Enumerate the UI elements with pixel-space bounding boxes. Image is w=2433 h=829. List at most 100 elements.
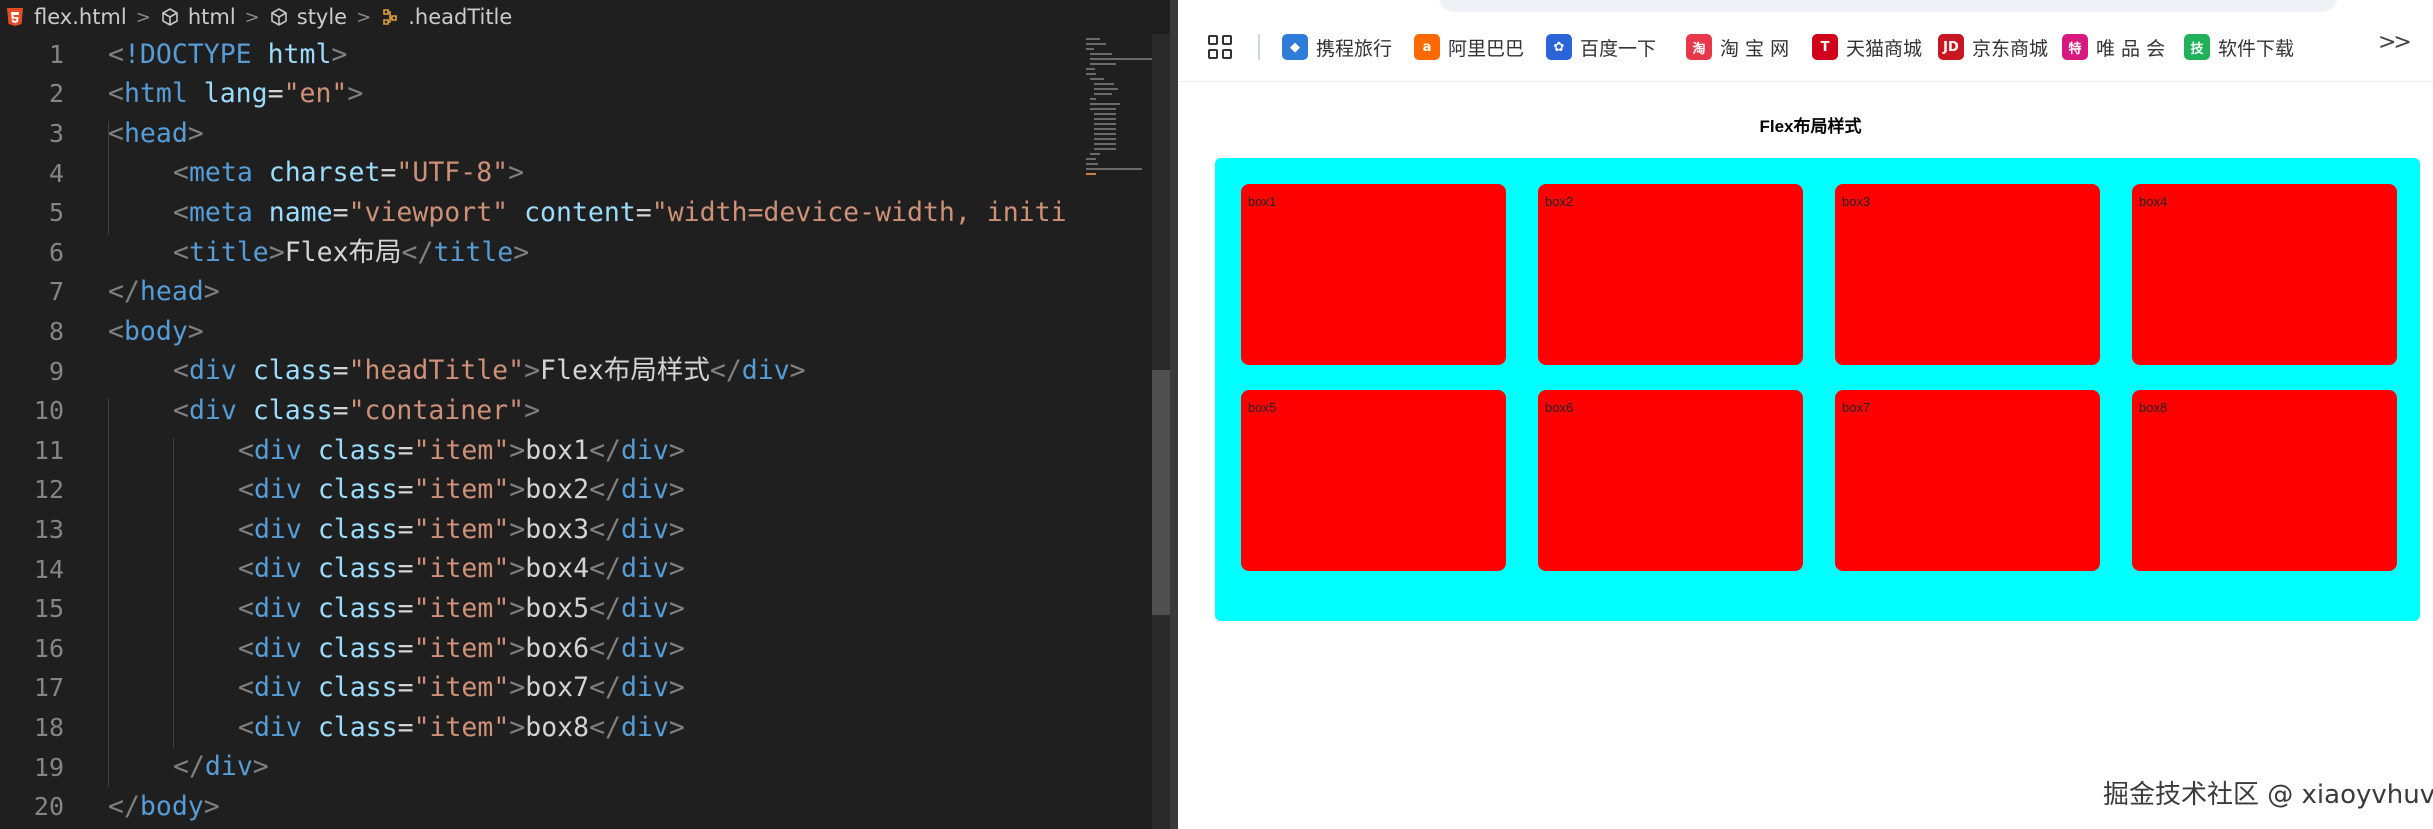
code-token: "item" (413, 632, 510, 664)
code-token: class (317, 711, 398, 743)
code-token: div (621, 632, 669, 664)
code-line[interactable]: 4 <meta charset="UTF-8"> (0, 153, 1080, 193)
address-bar[interactable] (1438, 0, 2338, 12)
code-line[interactable]: 15 <div class="item">box5</div> (0, 589, 1080, 629)
code-token: > (668, 711, 685, 743)
bookmark-item[interactable]: ✿ 百度一下 (1546, 32, 1656, 62)
breadcrumb-item-style[interactable]: style (269, 5, 347, 29)
code-line[interactable]: 9 <div class="headTitle">Flex布局样式</div> (0, 351, 1080, 391)
code-token: </ (709, 355, 742, 387)
code-token: "UTF-8" (396, 157, 509, 189)
code-line[interactable]: 11 <div class="item">box1</div> (0, 431, 1080, 471)
code-token: "item" (413, 513, 510, 545)
watermark: 掘金技术社区 @ xiaoyvhuv (2103, 780, 2433, 810)
code-line[interactable]: 17 <div class="item">box7</div> (0, 668, 1080, 708)
code-token: > (509, 672, 526, 704)
bookmark-label: 软件下载 (2218, 37, 2295, 60)
flex-item-label: box1 (1248, 194, 1277, 209)
bookmark-label: 百度一下 (1580, 37, 1657, 60)
chevrons-right-icon[interactable]: >> (2378, 30, 2412, 55)
software-download-icon: 技 (2184, 34, 2210, 60)
code-line[interactable]: 3 <head> (0, 114, 1080, 154)
code-line[interactable]: 19 </div> (0, 747, 1080, 787)
bookmark-item[interactable]: 技软件下载 (2184, 32, 2294, 62)
code-token: </ (589, 434, 622, 466)
code-token: html (123, 78, 188, 110)
minimap[interactable] (1080, 34, 1152, 829)
scrollbar-thumb[interactable] (1152, 370, 1170, 615)
pane-divider[interactable] (1170, 0, 1178, 829)
code-line[interactable]: 12 <div class="item">box2</div> (0, 470, 1080, 510)
code-token: "item" (413, 672, 510, 704)
code-line[interactable]: 2 <html lang="en"> (0, 74, 1080, 114)
code-token: class (317, 553, 398, 585)
code-token: class (252, 394, 333, 426)
code-line[interactable]: 8 <body> (0, 312, 1080, 352)
bookmark-label: 天猫商城 (1846, 37, 1923, 60)
code-token: class (317, 434, 398, 466)
line-number: 1 (48, 39, 64, 69)
code-token: div (188, 394, 237, 426)
code-token: box2 (525, 474, 590, 506)
code-token: > (509, 632, 526, 664)
code-token: < (108, 117, 124, 149)
breadcrumb-item-html[interactable]: html (160, 5, 236, 29)
line-number: 12 (33, 475, 64, 505)
flex-item-label: box4 (2139, 194, 2168, 209)
code-line[interactable]: 7 </head> (0, 272, 1080, 312)
tmall-icon: T (1812, 34, 1838, 60)
code-line[interactable]: 16 <div class="item">box6</div> (0, 629, 1080, 669)
code-line[interactable]: 20 </body> (0, 787, 1080, 827)
code-token: div (188, 355, 237, 387)
code-text: <div class="item">box6</div> (238, 629, 685, 669)
code-token: = (267, 78, 284, 110)
code-editor-pane[interactable]: flex.html > html > style > .headTitle 1 <… (0, 0, 1170, 829)
code-token: meta (188, 157, 253, 189)
css-selector-icon (383, 9, 398, 25)
code-token: div (253, 711, 302, 743)
code-token: = (397, 592, 414, 624)
code-token: head (139, 276, 204, 308)
code-line[interactable]: 18 <div class="item">box8</div> (0, 708, 1080, 748)
breadcrumb-item-file[interactable]: flex.html (6, 5, 127, 29)
bookmark-item[interactable]: a 阿里巴巴 (1414, 32, 1524, 62)
element-cube-icon (270, 8, 287, 26)
bookmark-item[interactable]: ◆ 携程旅行 (1282, 32, 1392, 62)
flex-item-label: box6 (1545, 400, 1574, 415)
code-token: "item" (413, 434, 510, 466)
bookmark-item[interactable]: 淘淘 宝 网 (1686, 32, 1789, 62)
bookmark-item[interactable]: 特唯 品 会 (2062, 32, 2165, 62)
code-line[interactable]: 6 <title>Flex布局</title> (0, 233, 1080, 273)
bookmark-item[interactable]: JD 京东商城 (1938, 32, 2048, 62)
jd-icon: JD (1938, 34, 1964, 60)
code-text: <div class="item">box2</div> (238, 470, 685, 510)
bookmark-item[interactable]: T 天猫商城 (1812, 32, 1922, 62)
bookmarks-divider (1258, 34, 1260, 60)
code-text: <div class="item">box4</div> (238, 549, 685, 589)
code-token: = (332, 196, 349, 228)
code-text: <div class="item">box8</div> (238, 708, 685, 748)
code-token: class (317, 672, 398, 704)
code-token: "headTitle" (348, 355, 525, 387)
code-token: </ (401, 236, 434, 268)
code-token: name (268, 196, 333, 228)
code-line[interactable]: 5 <meta name="viewport" content="width=de… (0, 193, 1080, 233)
code-line[interactable]: 10 <div class="container"> (0, 391, 1080, 431)
apps-grid-icon[interactable] (1208, 35, 1232, 59)
code-line[interactable]: 13 <div class="item">box3</div> (0, 510, 1080, 550)
code-token: class (317, 592, 398, 624)
code-area[interactable]: 1 <!DOCTYPE html> 2 <html lang="en"> 3 <head>… (0, 34, 1080, 829)
line-number: 2 (48, 79, 64, 109)
vertical-scrollbar[interactable] (1152, 34, 1170, 829)
code-line[interactable]: 1 <!DOCTYPE html> (0, 35, 1080, 75)
code-token: > (203, 276, 220, 308)
flex-item-label: box7 (1842, 400, 1871, 415)
code-text: <meta name="viewport" content="width=dev… (173, 193, 1067, 233)
code-line[interactable]: 14 <div class="item">box4</div> (0, 549, 1080, 589)
code-token: div (621, 592, 669, 624)
breadcrumb-item-selector[interactable]: .headTitle (380, 5, 512, 29)
code-token: </ (589, 592, 622, 624)
